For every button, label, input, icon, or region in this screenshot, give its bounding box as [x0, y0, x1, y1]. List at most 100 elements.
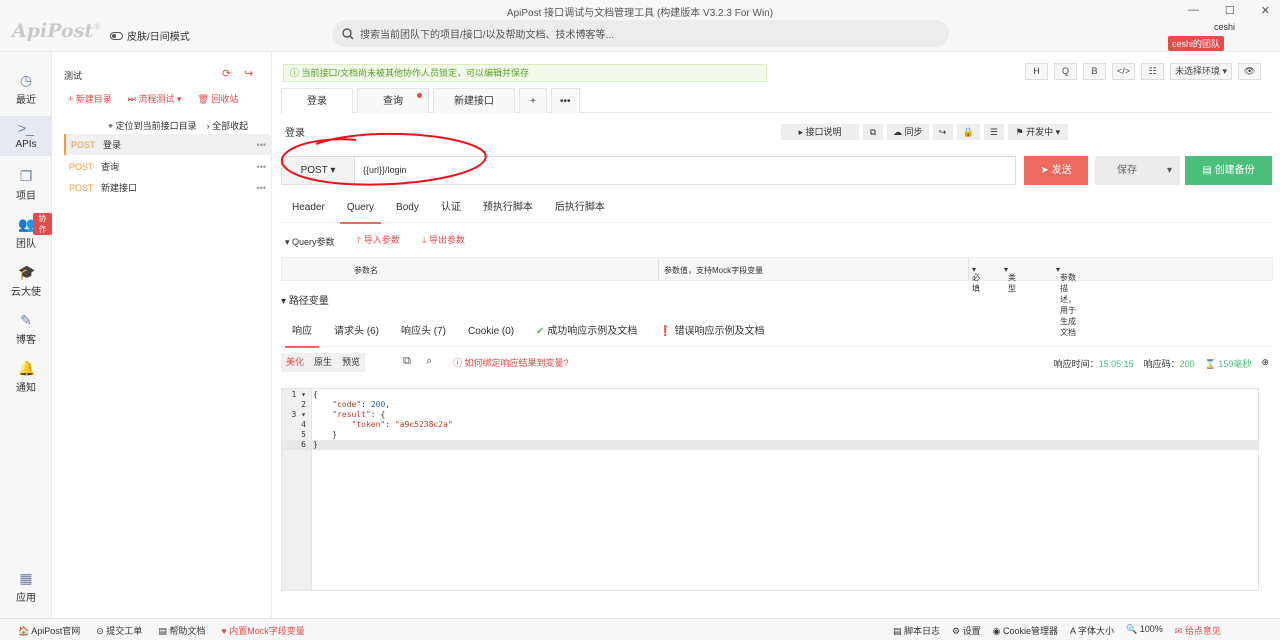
tab-query[interactable]: 查询 — [357, 88, 429, 113]
tab-body[interactable]: Body — [385, 195, 430, 222]
window-title: ApiPost 接口调试与文档管理工具 (构建版本 V3.2.3 For Win… — [506, 8, 774, 19]
database-icon[interactable]: ☰ — [983, 124, 1004, 140]
create-backup-button[interactable]: ▤ 创建备份 — [1185, 156, 1272, 185]
query-title[interactable]: ▾ Query参数 — [285, 235, 335, 248]
code-button[interactable]: </> — [1112, 63, 1136, 80]
import-params-button[interactable]: 🡑 导入参数 — [357, 233, 400, 249]
team-badge[interactable]: ceshi的团队 — [1168, 36, 1225, 51]
api-name: 新建接口 — [101, 183, 138, 193]
url-input[interactable]: {{url}}/login — [354, 156, 1016, 185]
feedback-link[interactable]: ✉ 给点意见 — [1175, 624, 1221, 637]
script-log-button[interactable]: ▤ 脚本日志 — [893, 624, 940, 637]
export-params-button[interactable]: 🡓 导出参数 — [422, 233, 465, 249]
response-editor[interactable]: 1 ▾ 2 3 ▾ 4 5 6 { "code": 200, "result":… — [281, 388, 1259, 591]
app-window: ApiPost 接口调试与文档管理工具 (构建版本 V3.2.3 For Win… — [0, 0, 1280, 640]
nav-apps[interactable]: ▦ 应用 — [0, 570, 52, 604]
close-button[interactable]: ✕ — [1261, 4, 1270, 17]
query-table-header: 参数名 参数值，支持Mock字段变量 必填 ▾ ▾ 类型 ▾ 参数描述，用于生成… — [281, 257, 1273, 337]
settings-button[interactable]: ⚙ 设置 — [952, 624, 981, 637]
env-select[interactable]: 未选择环境 ▾ — [1170, 63, 1233, 80]
nav-team[interactable]: 👥 团队 协作 — [0, 213, 52, 250]
tab-req-headers[interactable]: 请求头 (6) — [323, 319, 390, 346]
sync-button[interactable]: ☁ 同步 — [887, 124, 929, 140]
api-doc-button[interactable]: ▸ 接口说明 — [781, 124, 859, 140]
submit-ticket-link[interactable]: ⊙ 提交工单 — [96, 624, 142, 637]
global-search-input[interactable]: 搜索当前团队下的项目/接口/以及帮助文档、技术博客等... — [332, 20, 949, 47]
api-name: 登录 — [103, 140, 122, 150]
help-docs-link[interactable]: ▤ 帮助文档 — [158, 624, 205, 637]
zoom-level[interactable]: 🔍 100% — [1126, 624, 1163, 637]
api-item-login[interactable]: POST 登录 ••• — [64, 134, 272, 155]
chevron-down-icon[interactable]: ▾ — [1167, 156, 1172, 185]
nav-apis[interactable]: >_ APIs — [0, 116, 52, 156]
bind-help-link[interactable]: ⓘ 如何绑定响应结果到变量? — [453, 356, 569, 369]
send-button[interactable]: ➤ 发送 — [1024, 156, 1088, 185]
view-preview[interactable]: 预览 — [337, 353, 365, 372]
new-dir-button[interactable]: + 新建目录 — [68, 92, 112, 105]
method-select[interactable]: POST ▾ — [281, 156, 355, 185]
nav-label: 项目 — [16, 191, 36, 202]
heading-button[interactable]: H — [1025, 63, 1048, 80]
nav-projects[interactable]: ❐ 项目 — [0, 168, 52, 202]
tab-login[interactable]: 登录 — [281, 88, 353, 114]
response-meta: 响应时间：15:05:15 响应码：200 ⌛ 159毫秒 ⊕ — [1054, 357, 1269, 370]
view-pretty[interactable]: 美化 — [281, 353, 309, 372]
search-icon[interactable]: ⌕ — [426, 355, 432, 368]
nav-blog[interactable]: ✎ 博客 — [0, 312, 52, 346]
request-name[interactable]: 登录 — [285, 124, 305, 139]
tree-actions: + 新建目录 ⏭ 流程测试 ▾ 🗑 回收站 — [68, 92, 238, 105]
locate-button[interactable]: ⌖ 定位到当前接口目录 — [108, 119, 197, 132]
mock-vars-link[interactable]: ♥ 内置Mock字段变量 — [221, 624, 304, 637]
refresh-icon[interactable]: ⟳ — [222, 67, 231, 80]
code-line: { — [313, 390, 318, 399]
tab-response[interactable]: 响应 — [281, 319, 323, 348]
nav-ambassador[interactable]: 🎓 云大使 — [0, 264, 52, 298]
tab-header[interactable]: Header — [281, 195, 336, 222]
quote-button[interactable]: Q — [1054, 63, 1077, 80]
bold-button[interactable]: B — [1083, 63, 1106, 80]
more-icon[interactable]: ••• — [257, 140, 266, 150]
eye-icon[interactable]: 👁 — [1238, 63, 1262, 80]
tab-new-api[interactable]: 新建接口 — [433, 88, 515, 113]
minimize-button[interactable]: — — [1188, 4, 1199, 17]
add-tab-button[interactable]: + — [519, 88, 547, 113]
method-label: POST — [71, 139, 96, 150]
graduation-cap-icon: 🎓 — [18, 264, 36, 280]
skin-toggle[interactable]: 皮肤/日间模式 — [110, 28, 190, 43]
collapse-all-button[interactable]: › 全部收起 — [207, 119, 249, 132]
lock-icon[interactable]: 🔒 — [956, 124, 980, 140]
api-item-new[interactable]: POST 新建接口 ••• — [64, 177, 272, 198]
font-size-button[interactable]: A 字体大小 — [1070, 624, 1114, 637]
add-circle-icon[interactable]: ⊕ — [1261, 357, 1269, 370]
more-icon[interactable]: ••• — [257, 183, 266, 193]
flow-test-button[interactable]: ⏭ 流程测试 ▾ — [128, 92, 182, 105]
tab-error-example[interactable]: ❗ 错误响应示例及文档 — [648, 319, 775, 346]
maximize-button[interactable]: ☐ — [1225, 4, 1235, 17]
view-raw[interactable]: 原生 — [309, 353, 337, 372]
list-button[interactable]: ☷ — [1141, 63, 1165, 80]
tab-success-example[interactable]: ✔ 成功响应示例及文档 — [525, 319, 648, 346]
user-name[interactable]: ceshi — [1214, 22, 1235, 32]
tab-query-params[interactable]: Query — [336, 195, 385, 224]
tab-auth[interactable]: 认证 — [430, 195, 472, 222]
nav-label: 通知 — [16, 383, 36, 394]
tab-more-button[interactable]: ••• — [551, 88, 580, 113]
nav-recent[interactable]: ◷ 最近 — [0, 72, 52, 106]
nav-notify[interactable]: 🔔 通知 — [0, 360, 52, 394]
more-icon[interactable]: ••• — [257, 162, 266, 172]
tab-resp-headers[interactable]: 响应头 (7) — [390, 319, 457, 346]
save-button[interactable]: 保存 ▾ — [1095, 156, 1180, 185]
recycle-bin-button[interactable]: 🗑 回收站 — [197, 92, 238, 105]
cookie-manager-button[interactable]: ◉ Cookie管理器 — [993, 624, 1058, 637]
copy-icon[interactable]: ⧉ — [403, 355, 411, 368]
share-icon[interactable]: ↪ — [932, 124, 953, 140]
official-site-link[interactable]: 🏠 ApiPost官网 — [18, 624, 80, 637]
status-select[interactable]: ⚑ 开发中 ▾ — [1007, 124, 1068, 140]
copy-icon[interactable]: ⧉ — [863, 124, 883, 140]
path-vars-toggle[interactable]: ▾ 路径变量 — [281, 292, 329, 307]
tab-pre-script[interactable]: 预执行脚本 — [472, 195, 544, 222]
api-item-query[interactable]: POST 查询 ••• — [64, 156, 272, 177]
share-icon[interactable]: ↪ — [244, 67, 253, 80]
tab-cookie[interactable]: Cookie (0) — [457, 319, 525, 346]
tab-post-script[interactable]: 后执行脚本 — [544, 195, 616, 222]
